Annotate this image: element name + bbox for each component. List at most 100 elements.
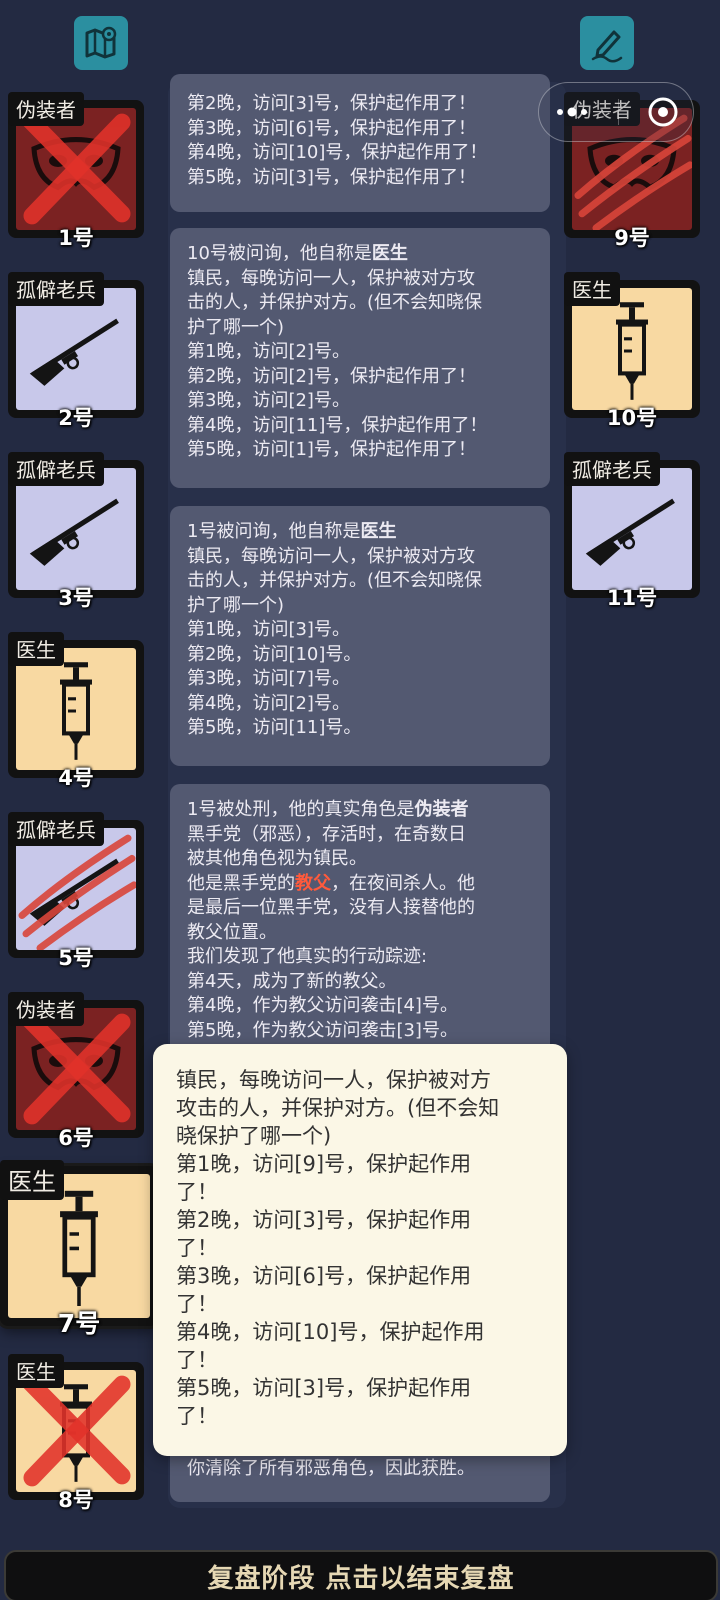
log-line: 教父位置。	[187, 921, 277, 943]
log-line: 击的人，并保护对方。(但不会知晓保	[187, 292, 483, 313]
player-card-art	[572, 288, 692, 410]
player-card-art	[572, 468, 692, 590]
player-card[interactable]: 医生 4号	[8, 632, 144, 790]
player-number: 8号	[58, 1488, 94, 1512]
player-card-art	[16, 288, 136, 410]
role-tag: 伪装者	[8, 992, 84, 1026]
player-card-art	[16, 468, 136, 590]
log-line: 第5晚，访问[11]号。	[187, 717, 362, 738]
role-tag: 孤僻老兵	[8, 452, 104, 486]
player-card-art	[16, 108, 136, 230]
eliminated-cross-icon	[21, 1011, 131, 1125]
player-card[interactable]: 伪装者 6号	[8, 992, 144, 1150]
godfather-keyword: 教父	[295, 872, 331, 894]
more-dots-icon[interactable]	[552, 106, 592, 118]
player-card-art	[16, 1008, 136, 1130]
popup-line: 攻击的人，并保护对方。(但不会知	[176, 1096, 500, 1120]
popup-line: 了！	[176, 1292, 218, 1316]
log-line: 第2晚，访问[10]号。	[187, 643, 362, 665]
log-entry-1-questioned: 1号被问询，他自称是医生 镇民，每晚访问一人，保护被对方攻 击的人，并保护对方。…	[170, 506, 550, 766]
player-card[interactable]: 孤僻老兵 2号	[8, 272, 144, 430]
eliminated-cross-icon	[21, 1373, 131, 1487]
victory-text: 你清除了所有邪恶角色，因此获胜。	[187, 1458, 475, 1479]
log-line: 第1晚，访问[2]号。	[187, 341, 350, 362]
role-tag: 医生	[8, 1354, 64, 1388]
log-head: 1号被处刑，他的真实角色是伪装者	[187, 799, 469, 820]
role-tag: 医生	[0, 1160, 64, 1200]
popup-line: 第3晚，访问[6]号，保护起作用	[176, 1264, 472, 1288]
player-number: 6号	[58, 1126, 94, 1150]
popup-line: 第2晚，访问[3]号，保护起作用	[176, 1208, 472, 1232]
log-line: 第4晚，访问[10]号，保护起作用了！	[187, 142, 488, 163]
log-line: 第5晚，访问[3]号，保护起作用了！	[187, 166, 476, 188]
player-card[interactable]: 医生 7号	[0, 1160, 158, 1338]
notebook-pen-icon	[591, 30, 623, 63]
log-line: 第4天，成为了新的教父。	[187, 970, 397, 992]
log-line: 护了哪一个)	[187, 316, 285, 338]
end-review-button[interactable]: 复盘阶段 点击以结束复盘	[4, 1550, 718, 1600]
claimed-role: 医生	[360, 521, 397, 542]
log-line: 第3晚，访问[6]号，保护起作用了！	[187, 117, 476, 139]
role-tag: 伪装者	[8, 92, 84, 126]
player-number: 1号	[58, 226, 94, 250]
player-number: 10号	[606, 406, 658, 430]
role-tag: 医生	[564, 272, 620, 306]
popup-line: 镇民，每晚访问一人，保护被对方	[176, 1068, 491, 1092]
log-line: 第4晚，作为教父访问袭击[4]号。	[187, 995, 458, 1016]
log-line: 第3晚，访问[7]号。	[187, 668, 350, 689]
miniprogram-capsule[interactable]	[538, 82, 694, 142]
popup-line: 第4晚，访问[10]号，保护起作用	[176, 1320, 485, 1344]
log-line: 镇民，每晚访问一人，保护被对方攻	[187, 267, 475, 289]
player-number: 7号	[57, 1309, 101, 1338]
rifle-icon	[29, 318, 119, 386]
log-line: 他是黑手党的教父，在夜间杀人。他	[187, 872, 475, 894]
syringe-icon	[60, 662, 92, 760]
log-head: 1号被问询，他自称是医生	[187, 521, 397, 542]
rifle-icon	[29, 498, 119, 566]
log-line: 被其他角色视为镇民。	[187, 848, 367, 869]
log-line: 第5晚，访问[1]号，保护起作用了！	[187, 439, 476, 460]
player-number: 11号	[606, 586, 658, 610]
syringe-icon	[616, 302, 648, 400]
popup-line: 第1晚，访问[9]号，保护起作用	[176, 1152, 472, 1176]
role-tag: 孤僻老兵	[8, 812, 104, 846]
player-card[interactable]: 伪装者 1号	[8, 92, 144, 250]
log-line: 镇民，每晚访问一人，保护被对方攻	[187, 545, 475, 567]
player-card[interactable]: 医生 8号	[8, 1354, 144, 1512]
log-line: 第1晚，访问[3]号。	[187, 619, 350, 640]
log-line: 我们发现了他真实的行动踪迹:	[187, 946, 428, 967]
popup-line: 了！	[176, 1404, 218, 1428]
log-entry-10-questioned: 10号被问询，他自称是医生 镇民，每晚访问一人，保护被对方攻 击的人，并保护对方…	[170, 228, 550, 488]
player-card[interactable]: 医生 10号	[564, 272, 700, 430]
notes-button[interactable]	[580, 16, 634, 70]
log-line: 第4晚，访问[2]号。	[187, 692, 350, 714]
capsule-divider	[618, 99, 620, 125]
player-number: 3号	[58, 586, 94, 610]
map-button[interactable]	[74, 16, 128, 70]
log-line: 黑手党（邪恶），存活时，在奇数日	[187, 823, 466, 845]
log-line: 第5晚，作为教父访问袭击[3]号。	[187, 1019, 458, 1041]
player-card-art	[16, 648, 136, 770]
player-card-art	[16, 828, 136, 950]
role-tag: 孤僻老兵	[564, 452, 660, 486]
eliminated-cross-icon	[21, 111, 131, 225]
player-card[interactable]: 孤僻老兵 3号	[8, 452, 144, 610]
player-number: 4号	[58, 766, 94, 790]
claw-marks-icon	[18, 834, 136, 950]
player-card-art	[16, 1370, 136, 1492]
player-number: 9号	[614, 226, 650, 250]
log-head: 10号被问询，他自称是医生	[187, 243, 408, 264]
rifle-icon	[585, 498, 675, 566]
popup-line: 晓保护了哪一个)	[176, 1124, 332, 1148]
log-line: 第4晚，访问[11]号，保护起作用了！	[187, 414, 488, 436]
log-line: 击的人，并保护对方。(但不会知晓保	[187, 570, 483, 591]
close-target-icon[interactable]	[646, 95, 680, 129]
popup-line: 了！	[176, 1236, 218, 1260]
player-number: 5号	[58, 946, 94, 970]
role-detail-popup[interactable]: 镇民，每晚访问一人，保护被对方 攻击的人，并保护对方。(但不会知 晓保护了哪一个…	[153, 1044, 567, 1456]
player-card[interactable]: 孤僻老兵 5号	[8, 812, 144, 970]
log-entry-doctor-partial: 第2晚，访问[3]号，保护起作用了！ 第3晚，访问[6]号，保护起作用了！ 第4…	[170, 74, 550, 212]
log-line: 是最后一位黑手党，没有人接替他的	[187, 897, 475, 918]
true-role: 伪装者	[414, 799, 469, 820]
player-card[interactable]: 孤僻老兵 11号	[564, 452, 700, 610]
